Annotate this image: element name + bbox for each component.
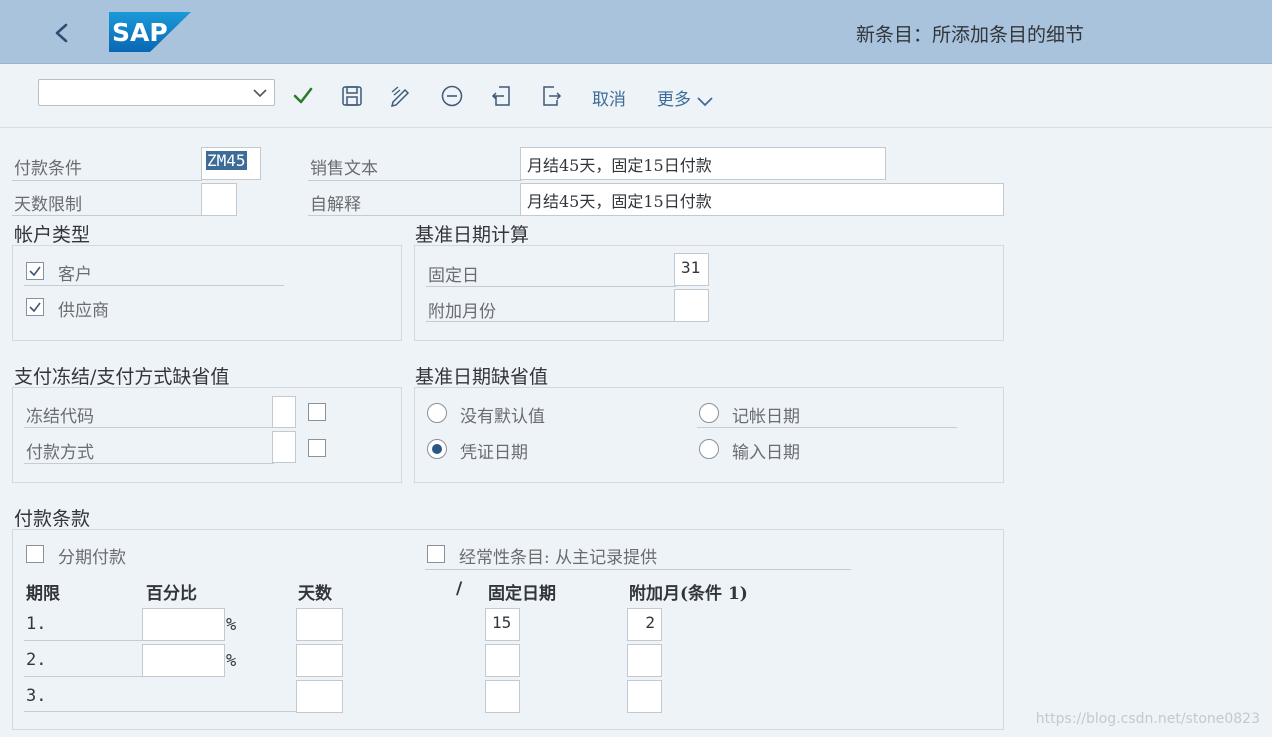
posting-date-radio[interactable] <box>699 403 719 423</box>
col-term: 期限 <box>26 584 60 604</box>
recurring-checkbox[interactable] <box>427 545 445 563</box>
customer-checkbox[interactable] <box>26 262 44 280</box>
row-number: 1. <box>26 614 47 634</box>
divider <box>12 215 202 216</box>
customer-label: 客户 <box>58 265 92 285</box>
vendor-checkbox[interactable] <box>26 298 44 316</box>
previous-entry-icon[interactable] <box>490 84 514 108</box>
divider <box>426 286 676 287</box>
payment-method-label: 付款方式 <box>26 443 94 463</box>
self-explanation-field[interactable]: 月结45天，固定15日付款 <box>520 183 1004 216</box>
row-number: 2. <box>26 650 47 670</box>
fixed-date-field[interactable]: 15 <box>485 608 520 641</box>
entry-date-label: 输入日期 <box>732 443 800 463</box>
payment-method-field[interactable] <box>272 431 296 463</box>
divider <box>426 321 676 322</box>
additional-month-label: 附加月份 <box>428 302 496 322</box>
page-title: 新条目：所添加条目的细节 <box>855 24 1084 46</box>
payment-method-checkbox[interactable] <box>308 439 326 457</box>
pay-term-label: 付款条件 <box>14 159 82 179</box>
edit-icon[interactable] <box>389 84 413 108</box>
col-slash: / <box>456 579 463 599</box>
no-default-label: 没有默认值 <box>460 407 545 427</box>
divider <box>24 285 284 286</box>
days-field[interactable] <box>296 608 343 641</box>
additional-month-field[interactable] <box>627 680 662 713</box>
col-fixed-date: 固定日期 <box>488 584 556 604</box>
document-date-radio[interactable] <box>427 439 447 459</box>
recurring-label: 经常性条目: 从主记录提供 <box>459 548 658 568</box>
remove-icon[interactable] <box>440 84 464 108</box>
shell-header: SAP 新条目：所添加条目的细节 <box>0 0 1272 64</box>
self-explanation-label: 自解释 <box>310 195 361 215</box>
save-icon[interactable] <box>340 84 364 108</box>
pay-term-value: ZM45 <box>206 151 247 170</box>
baseline-calc-title: 基准日期计算 <box>415 224 530 246</box>
block-code-field[interactable] <box>272 396 296 428</box>
fixed-date-field[interactable] <box>485 644 520 677</box>
col-additional-month: 附加月(条件 1) <box>629 584 748 604</box>
baseline-calc-group <box>414 245 1004 341</box>
additional-month-field[interactable] <box>627 644 662 677</box>
percent-unit: % <box>226 615 237 635</box>
divider <box>24 463 274 464</box>
posting-date-label: 记帐日期 <box>732 407 800 427</box>
account-type-title: 帐户类型 <box>14 224 91 246</box>
pay-term-field[interactable]: ZM45 <box>201 147 261 180</box>
installment-checkbox[interactable] <box>26 545 44 563</box>
divider <box>12 180 202 181</box>
percent-field[interactable] <box>142 608 225 641</box>
days-limit-label: 天数限制 <box>14 195 82 215</box>
block-code-label: 冻结代码 <box>26 407 94 427</box>
toolbar: 取消 更多 <box>0 64 1272 128</box>
next-entry-icon[interactable] <box>539 84 563 108</box>
col-days: 天数 <box>298 584 332 604</box>
sales-text-label: 销售文本 <box>310 159 378 179</box>
vendor-label: 供应商 <box>58 301 109 321</box>
baseline-default-title: 基准日期缺省值 <box>415 366 549 388</box>
block-code-checkbox[interactable] <box>308 403 326 421</box>
more-label: 更多 <box>657 90 691 110</box>
payment-terms-title: 付款条款 <box>14 508 91 530</box>
cancel-button[interactable]: 取消 <box>592 85 626 110</box>
divider <box>308 180 522 181</box>
chevron-down-icon <box>253 89 267 98</box>
sales-text-field[interactable]: 月结45天，固定15日付款 <box>520 147 886 180</box>
row-number: 3. <box>26 686 47 706</box>
command-dropdown[interactable] <box>38 79 275 106</box>
divider <box>24 640 144 641</box>
divider <box>24 676 144 677</box>
entry-date-radio[interactable] <box>699 439 719 459</box>
document-date-label: 凭证日期 <box>460 443 528 463</box>
chevron-left-icon <box>55 23 68 43</box>
divider <box>425 569 851 570</box>
back-button[interactable] <box>48 18 76 48</box>
divider <box>308 215 522 216</box>
percent-field[interactable] <box>142 644 225 677</box>
check-icon <box>29 266 41 277</box>
additional-month-field[interactable] <box>674 289 709 322</box>
sap-logo: SAP <box>109 12 191 56</box>
watermark: https://blog.csdn.net/stone0823 <box>1035 711 1260 727</box>
no-default-radio[interactable] <box>427 403 447 423</box>
col-percent: 百分比 <box>146 584 197 604</box>
check-icon <box>29 302 41 313</box>
divider <box>24 711 298 712</box>
chevron-down-icon <box>697 96 714 106</box>
block-defaults-title: 支付冻结/支付方式缺省值 <box>14 366 230 388</box>
installment-label: 分期付款 <box>58 548 126 568</box>
days-field[interactable] <box>296 644 343 677</box>
days-field[interactable] <box>296 680 343 713</box>
checkmark-icon[interactable] <box>291 84 315 108</box>
days-limit-field[interactable] <box>201 183 237 216</box>
divider <box>24 427 274 428</box>
more-button[interactable]: 更多 <box>657 85 714 110</box>
fixed-day-label: 固定日 <box>428 266 479 286</box>
divider <box>697 427 957 428</box>
svg-text:SAP: SAP <box>112 18 168 47</box>
fixed-day-field[interactable]: 31 <box>674 253 709 286</box>
fixed-date-field[interactable] <box>485 680 520 713</box>
percent-unit: % <box>226 651 237 671</box>
additional-month-field[interactable]: 2 <box>627 608 662 641</box>
